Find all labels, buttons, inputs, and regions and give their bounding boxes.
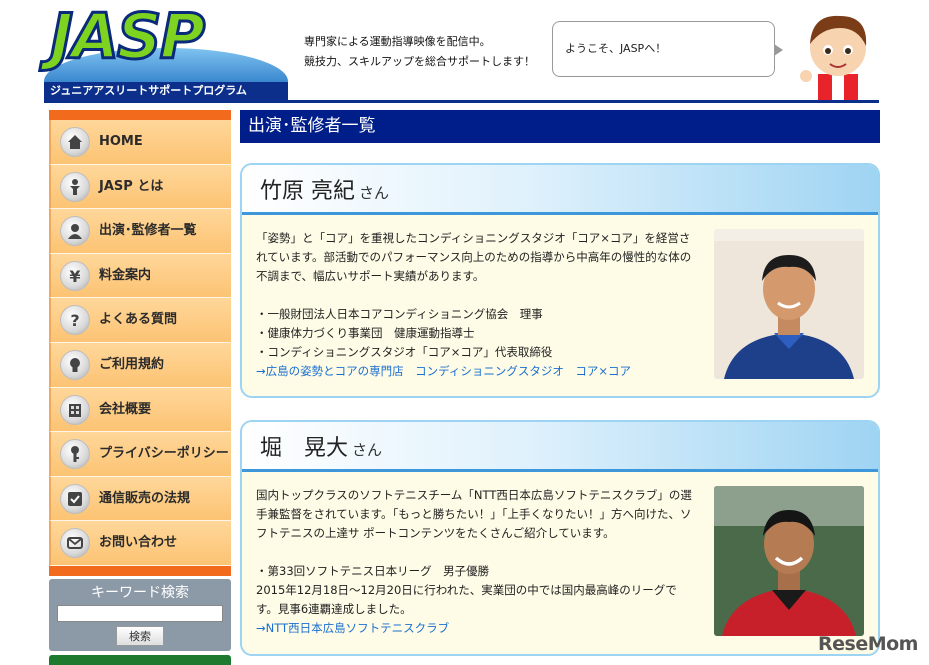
sidebar-item-terms[interactable]: ご利用規約 — [49, 342, 231, 388]
checkbox-icon — [60, 483, 90, 514]
person-icon — [60, 171, 90, 202]
tagline: 専門家による運動指導映像を配信中。 競技力、スキルアップを総合サポートします！ — [304, 32, 535, 72]
performer-card: 堀 晃大 さん 国内トップクラスのソフトテニスチーム「NTT西日本広島ソフトテニス… — [240, 420, 880, 656]
keyword-search-box: キーワード検索 検索 — [49, 578, 231, 651]
user-icon — [60, 216, 90, 247]
performer-card-body: 「姿勢」と「コア」を重視したコンディショニングスタジオ「コア×コア」を経営されて… — [242, 215, 878, 381]
nav-top-border — [49, 110, 231, 120]
performer-name: 竹原 亮紀 — [260, 179, 355, 204]
sidebar-item-label: ご利用規約 — [99, 356, 165, 372]
building-icon — [60, 394, 90, 425]
sidebar-item-about[interactable]: JASP とは — [49, 164, 231, 210]
jasp-logo[interactable]: JASP ジュニアアスリートサポートプログラム — [44, 0, 288, 100]
yen-icon: ¥ — [60, 260, 90, 291]
sidebar-item-label: お問い合わせ — [99, 535, 178, 551]
tagline-line-2: 競技力、スキルアップを総合サポートします！ — [304, 55, 535, 68]
performer-card-header: 竹原 亮紀 さん — [242, 165, 878, 215]
performer-card-header: 堀 晃大 さん — [242, 422, 878, 472]
sidebar-item-contact[interactable]: お問い合わせ — [49, 521, 231, 566]
sidebar-banner-top — [49, 654, 231, 665]
mail-icon — [60, 528, 90, 559]
performer-name-suffix: さん — [352, 441, 383, 459]
search-button[interactable]: 検索 — [116, 625, 164, 646]
search-title: キーワード検索 — [91, 584, 189, 601]
logo-subtitle: ジュニアアスリートサポートプログラム — [44, 82, 288, 100]
lightbulb-icon — [60, 349, 90, 380]
sidebar-item-faq[interactable]: ? よくある質問 — [49, 298, 231, 343]
key-icon — [60, 439, 90, 470]
svg-text:¥: ¥ — [69, 267, 80, 285]
performer-name: 堀 晃大 — [260, 436, 349, 461]
site-header: JASP ジュニアアスリートサポートプログラム 専門家による運動指導映像を配信中… — [0, 0, 929, 105]
performer-description: 国内トップクラスのソフトテニスチーム「NTT西日本広島ソフトテニスクラブ」の選手… — [256, 488, 692, 540]
page-title: 出演･監修者一覧 — [240, 110, 880, 143]
tagline-line-1: 専門家による運動指導映像を配信中。 — [304, 35, 491, 48]
greeting-bubble: ようこそ、JASPへ！ — [552, 21, 783, 77]
header-divider — [44, 100, 879, 103]
sidebar-item-label: JASP とは — [99, 178, 164, 194]
performer-card: 竹原 亮紀 さん 「姿勢」と「コア」を重視したコンディショニングスタジオ「コア×コ… — [240, 163, 880, 398]
performer-photo — [714, 229, 864, 379]
sidebar-item-label: 料金案内 — [99, 267, 152, 283]
sidebar: HOME JASP とは 出演･監修者一覧 ¥ 料金案内 ? よくある質問 ご利… — [49, 110, 231, 665]
performer-name-suffix: さん — [359, 184, 390, 202]
sidebar-item-privacy[interactable]: プライバシーポリシー — [49, 432, 231, 477]
sidebar-item-label: プライバシーポリシー — [99, 446, 229, 462]
performer-description: 「姿勢」と「コア」を重視したコンディショニングスタジオ「コア×コア」を経営されて… — [256, 231, 692, 283]
sidebar-item-label: HOME — [99, 134, 143, 149]
sidebar-item-label: 会社概要 — [99, 401, 152, 417]
search-input[interactable] — [57, 604, 223, 622]
sidebar-item-label: 通信販売の法規 — [99, 490, 191, 506]
sidebar-item-home[interactable]: HOME — [49, 120, 231, 165]
greeting-text: ようこそ、JASPへ！ — [565, 42, 667, 55]
sidebar-item-label: よくある質問 — [99, 312, 178, 328]
resemom-watermark: ReseMom — [818, 633, 918, 655]
home-icon — [60, 127, 90, 157]
nav-bottom-border — [49, 565, 231, 576]
sidebar-item-company[interactable]: 会社概要 — [49, 387, 231, 433]
svg-text:?: ? — [70, 311, 79, 329]
sidebar-item-performers[interactable]: 出演･監修者一覧 — [49, 209, 231, 254]
mascot-character-icon — [800, 15, 867, 100]
performer-photo — [714, 486, 864, 636]
question-icon: ? — [60, 305, 90, 336]
logo-text: JASP — [48, 0, 206, 73]
credential-line: 2015年12月18日～12月20日に行われた、実業団の中では国内最高峰のリーグ… — [256, 583, 677, 616]
sidebar-item-label: 出演･監修者一覧 — [99, 223, 197, 239]
sidebar-item-commerce-law[interactable]: 通信販売の法規 — [49, 476, 231, 522]
performer-card-body: 国内トップクラスのソフトテニスチーム「NTT西日本広島ソフトテニスクラブ」の選手… — [242, 472, 878, 638]
sidebar-item-pricing[interactable]: ¥ 料金案内 — [49, 253, 231, 299]
